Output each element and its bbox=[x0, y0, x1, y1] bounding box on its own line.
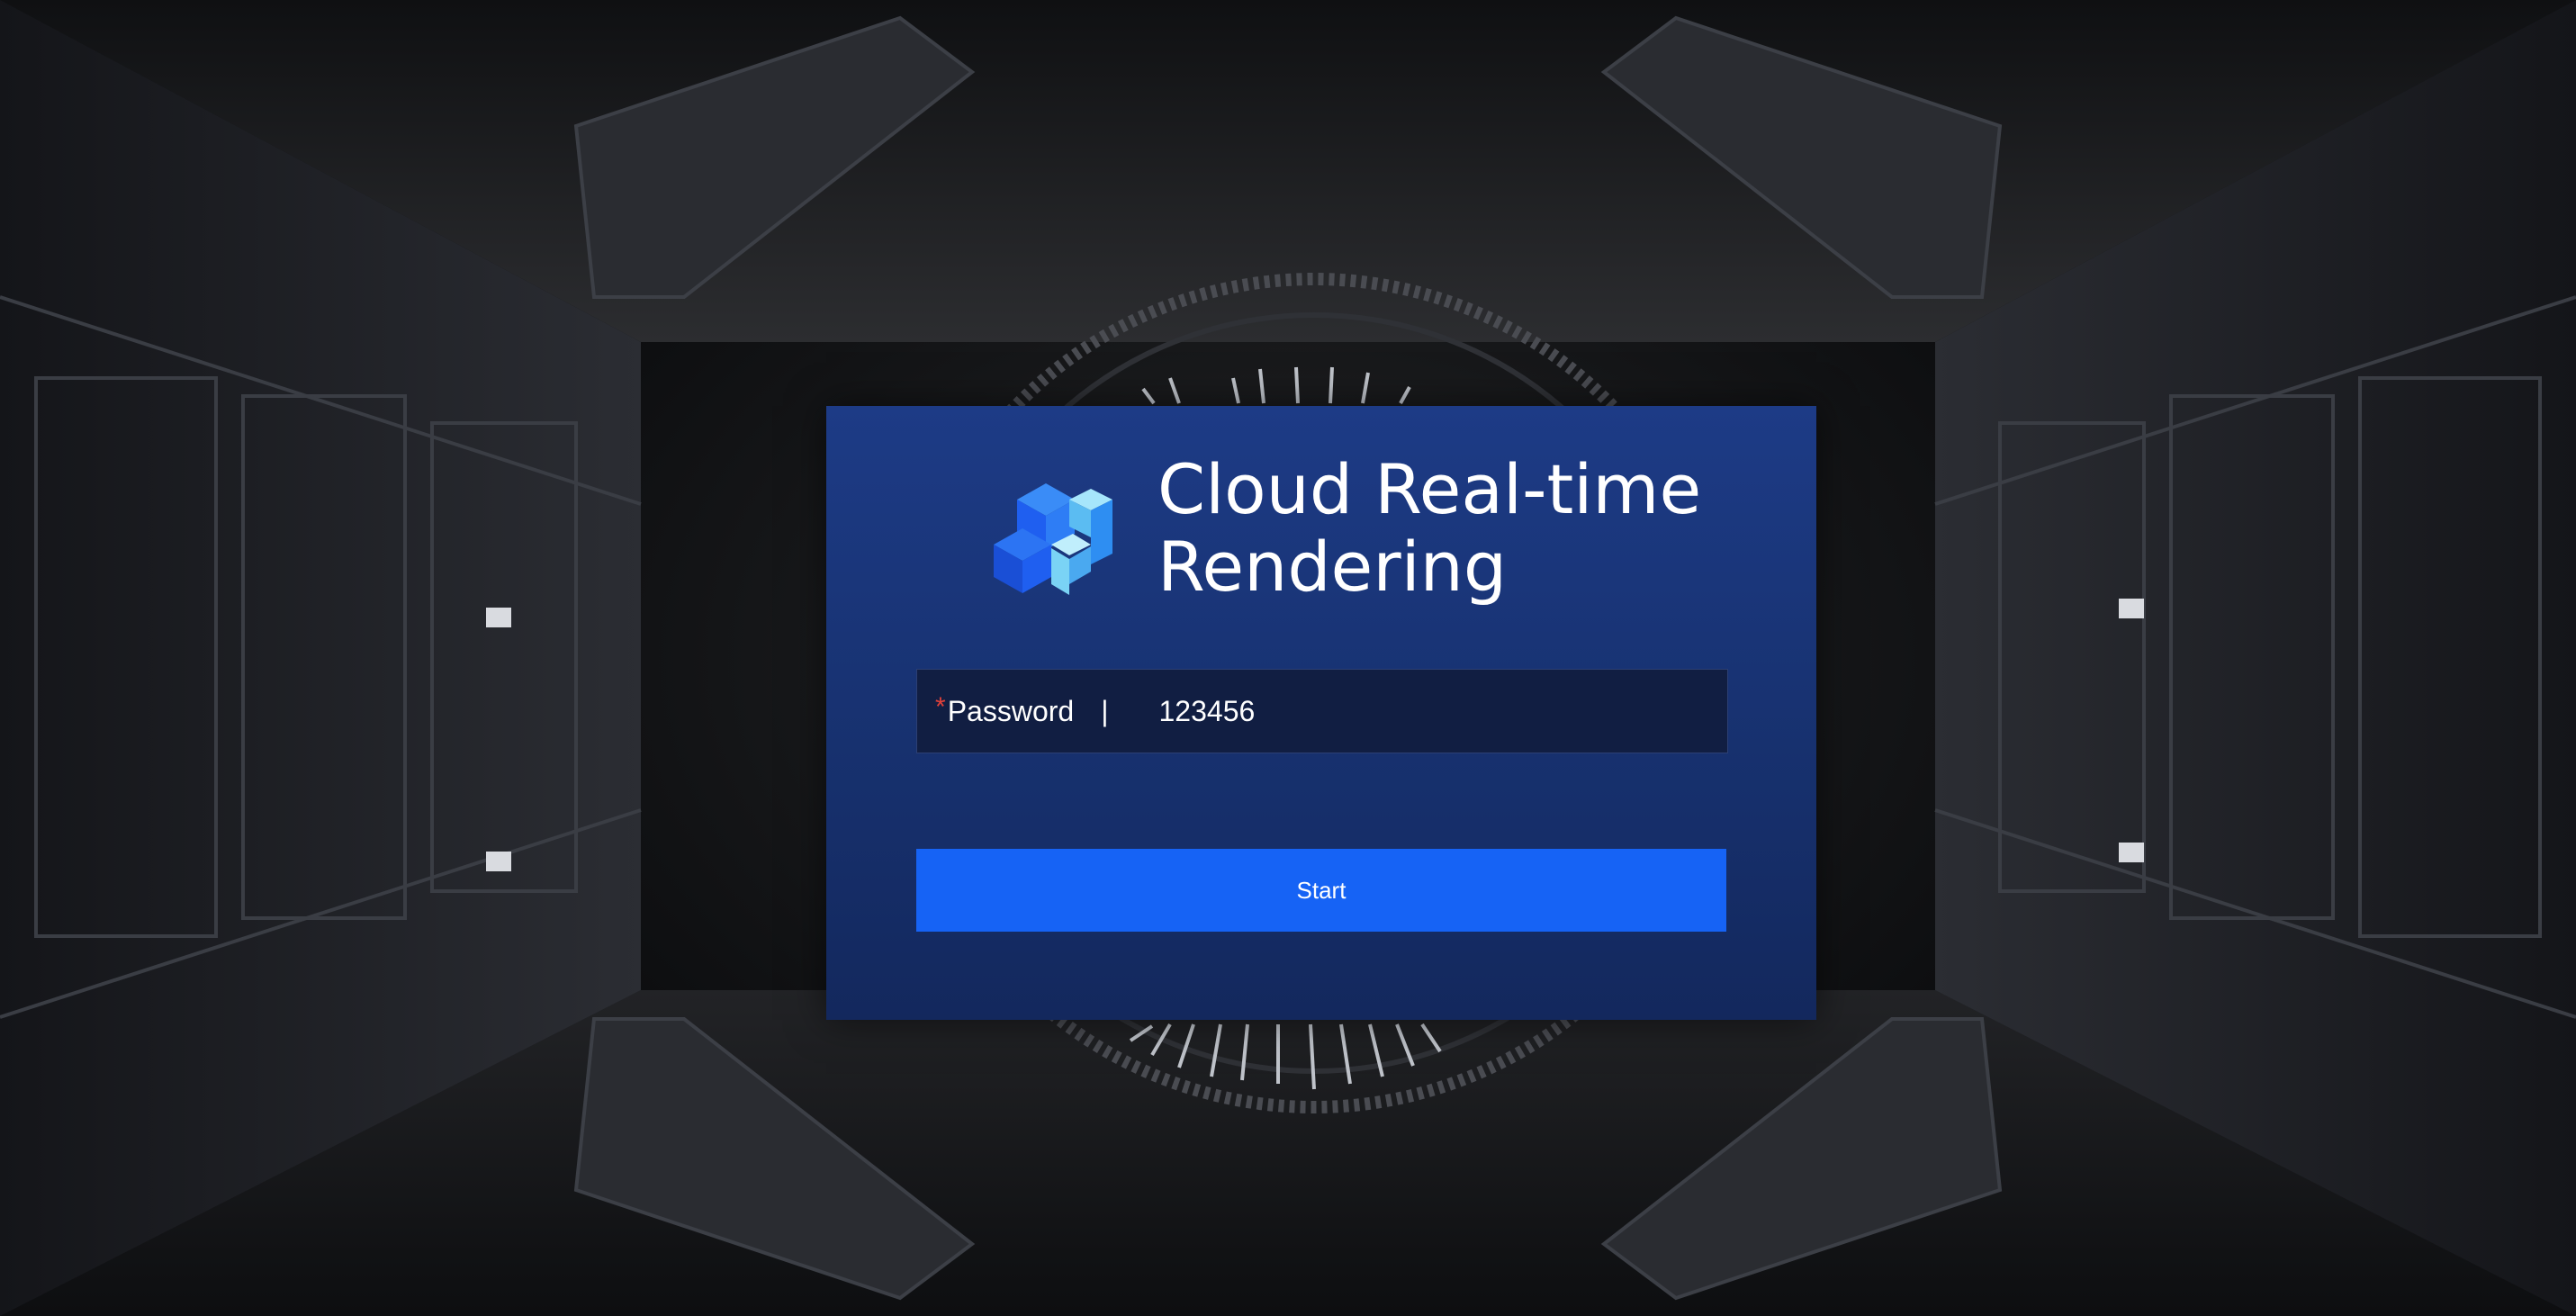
app-title: Cloud Real-time Rendering bbox=[1157, 451, 1701, 606]
password-field[interactable]: * Password | bbox=[916, 669, 1728, 753]
login-panel: Cloud Real-time Rendering * Password | S… bbox=[826, 406, 1816, 1020]
cube-logo-icon bbox=[994, 483, 1112, 595]
brand-header: Cloud Real-time Rendering bbox=[990, 451, 1701, 606]
field-separator: | bbox=[1101, 694, 1109, 727]
app-title-line-1: Cloud Real-time bbox=[1157, 449, 1702, 529]
login-screen: Cloud Real-time Rendering * Password | S… bbox=[0, 0, 2576, 1316]
password-input[interactable] bbox=[1158, 694, 1663, 728]
app-title-line-2: Rendering bbox=[1157, 527, 1508, 607]
start-button[interactable]: Start bbox=[916, 849, 1726, 932]
password-label: Password bbox=[947, 694, 1075, 727]
required-mark: * bbox=[935, 692, 946, 722]
